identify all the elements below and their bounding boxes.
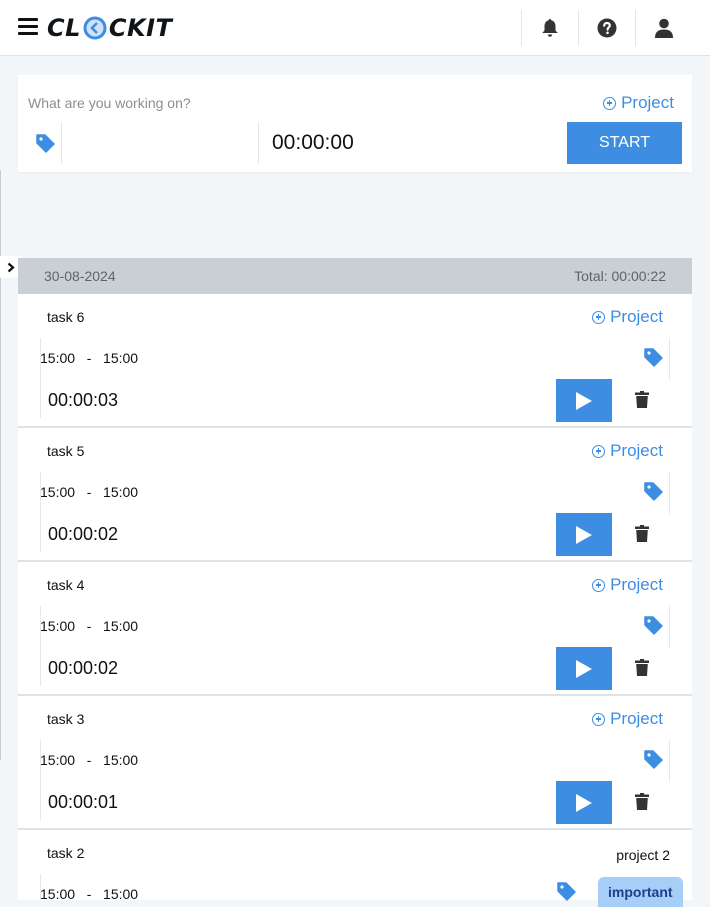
divider [258,122,259,164]
start-button[interactable]: START [567,122,682,164]
entry-project-label: Project [610,709,663,728]
entry-start-time: 15:00 [40,618,76,634]
logo-text-right: CKIT [108,14,173,42]
description-input[interactable] [28,93,428,113]
time-entry: task 4 Project 15:00 - 15:00 00:00:02 [18,562,692,696]
add-circle-icon [592,578,606,592]
entry-description[interactable]: task 5 [47,443,84,459]
continue-timer-button[interactable] [556,379,612,422]
time-entry: task 2 project 2 15:00 - 15:00 important [18,830,692,907]
continue-timer-button[interactable] [556,647,612,690]
time-entry: task 5 Project 15:00 - 15:00 00:00:02 [18,428,692,562]
entry-time-range[interactable]: 15:00 - 15:00 [40,484,138,500]
entry-end-time: 15:00 [103,484,139,500]
entry-description[interactable]: task 6 [47,309,84,325]
help-icon [597,18,617,38]
entry-start-time: 15:00 [40,350,76,366]
tag-icon[interactable] [644,348,663,367]
divider [61,122,62,164]
add-project-button[interactable]: Project [603,93,674,113]
entry-duration[interactable]: 00:00:02 [48,524,118,545]
chevron-right-icon [7,262,15,272]
top-bar: CL CKIT [0,0,710,56]
play-icon [576,525,592,544]
entry-project-label: Project [610,575,663,594]
entry-duration[interactable]: 00:00:01 [48,792,118,813]
tag-icon[interactable] [644,750,663,769]
tag-icon[interactable] [644,616,663,635]
user-menu-button[interactable] [636,0,692,56]
clockit-logo[interactable]: CL CKIT [47,12,172,44]
notifications-button[interactable] [522,0,578,56]
add-project-label: Project [621,93,674,112]
tag-badge[interactable]: important [598,877,683,907]
entry-project-label: Project [610,307,663,326]
trash-icon[interactable] [635,793,649,810]
trash-icon[interactable] [635,391,649,408]
entry-start-time: 15:00 [40,484,76,500]
time-entry: task 3 Project 15:00 - 15:00 00:00:01 [18,696,692,830]
entry-add-project-button[interactable]: Project [592,709,663,729]
day-group-header: 30-08-2024 Total: 00:00:22 [18,258,692,294]
play-icon [576,659,592,678]
help-button[interactable] [579,0,635,56]
entry-description[interactable]: task 2 [47,845,84,861]
entry-time-range[interactable]: 15:00 - 15:00 [40,350,138,366]
divider [669,740,670,782]
entry-add-project-button[interactable]: Project [592,575,663,595]
add-circle-icon [603,96,617,110]
trash-icon[interactable] [635,659,649,676]
timer-display: 00:00:00 [272,131,354,154]
entry-time-range[interactable]: 15:00 - 15:00 [40,752,138,768]
entry-description[interactable]: task 4 [47,577,84,593]
time-entry: task 6 Project 15:00 - 15:00 00:00:03 [18,294,692,428]
bell-icon [542,19,558,37]
tag-icon[interactable] [36,134,55,153]
tag-icon[interactable] [644,482,663,501]
add-circle-icon [592,310,606,324]
user-icon [655,18,673,38]
day-date: 30-08-2024 [44,268,116,284]
entry-end-time: 15:00 [103,350,139,366]
divider [669,338,670,380]
divider [669,606,670,648]
entry-add-project-button[interactable]: Project [592,441,663,461]
entry-start-time: 15:00 [40,752,76,768]
entry-duration[interactable]: 00:00:03 [48,390,118,411]
logo-text-left: CL [47,14,81,42]
divider [669,472,670,514]
add-circle-icon [592,712,606,726]
entry-project-label: Project [610,441,663,460]
continue-timer-button[interactable] [556,781,612,824]
entry-end-time: 15:00 [103,752,139,768]
play-icon [576,391,592,410]
menu-icon[interactable] [18,18,38,36]
entry-end-time: 15:00 [103,618,139,634]
tag-icon[interactable] [557,882,576,901]
entry-add-project-button[interactable]: Project [592,307,663,327]
entry-project-name[interactable]: project 2 [616,847,670,863]
continue-timer-button[interactable] [556,513,612,556]
day-total: Total: 00:00:22 [574,268,666,284]
add-circle-icon [592,444,606,458]
entry-time-range[interactable]: 15:00 - 15:00 [40,618,138,634]
logo-clock-icon [83,16,107,40]
trash-icon[interactable] [635,525,649,542]
entry-description[interactable]: task 3 [47,711,84,727]
play-icon [576,793,592,812]
entry-duration[interactable]: 00:00:02 [48,658,118,679]
